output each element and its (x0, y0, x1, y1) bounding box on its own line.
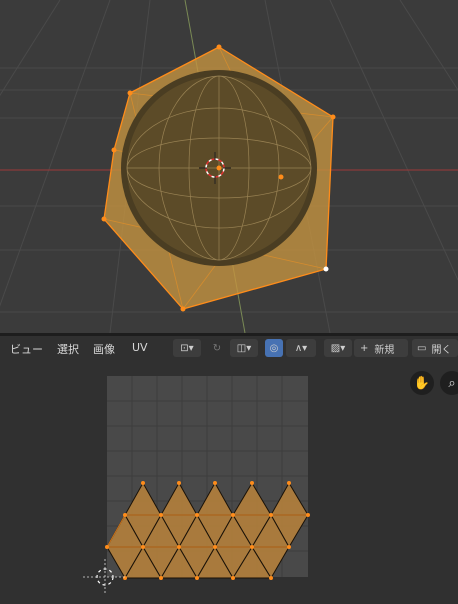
menu-uv[interactable]: UV (132, 341, 148, 354)
3d-viewport[interactable] (0, 0, 458, 333)
falloff-curve-icon: ∧▾ (294, 342, 308, 354)
menu-select[interactable]: 選択 (57, 341, 79, 357)
menu-view[interactable]: ビュー (10, 341, 43, 357)
snap-button[interactable]: ◫▾ (230, 339, 258, 357)
icosphere[interactable] (101, 44, 336, 312)
open-image-button[interactable]: ▭ 開く (412, 339, 458, 357)
image-browse-icon: ▨▾ (330, 342, 346, 354)
zoom-button[interactable]: ⌕ (440, 371, 458, 395)
plus-icon: + (360, 342, 369, 354)
image-browse-button[interactable]: ▨▾ (324, 339, 352, 357)
uv-canvas (83, 376, 310, 595)
proportional-editing-icon: ◎ (269, 342, 279, 354)
pivot-button[interactable]: ⊡▾ (173, 339, 201, 357)
sync-selection-icon: ↻ (212, 342, 222, 354)
pivot-icon: ⊡▾ (180, 342, 194, 354)
zoom-icon: ⌕ (448, 375, 456, 391)
3d-scene (0, 0, 458, 333)
open-button-label: 開く (431, 344, 452, 356)
new-image-button[interactable]: + 新規 (354, 339, 408, 357)
uv-editor-header: ビュー 選択 画像 UV ⊡▾ ↻ ◫▾ ◎ ∧▾ ▨▾ + 新規 ▭ 開く (0, 336, 458, 360)
hand-pan-icon: ✋ (413, 375, 431, 391)
proportional-editing-button[interactable]: ◎ (265, 339, 283, 357)
sync-selection-button[interactable]: ↻ (207, 339, 227, 357)
menu-image[interactable]: 画像 (93, 341, 115, 357)
snap-icon: ◫▾ (236, 342, 252, 354)
folder-icon: ▭ (417, 342, 427, 354)
new-button-label: 新規 (374, 344, 395, 356)
hand-pan-button[interactable]: ✋ (410, 371, 434, 395)
falloff-button[interactable]: ∧▾ (286, 339, 316, 357)
uv-editor-area[interactable]: ✋ ⌕ (0, 360, 458, 604)
